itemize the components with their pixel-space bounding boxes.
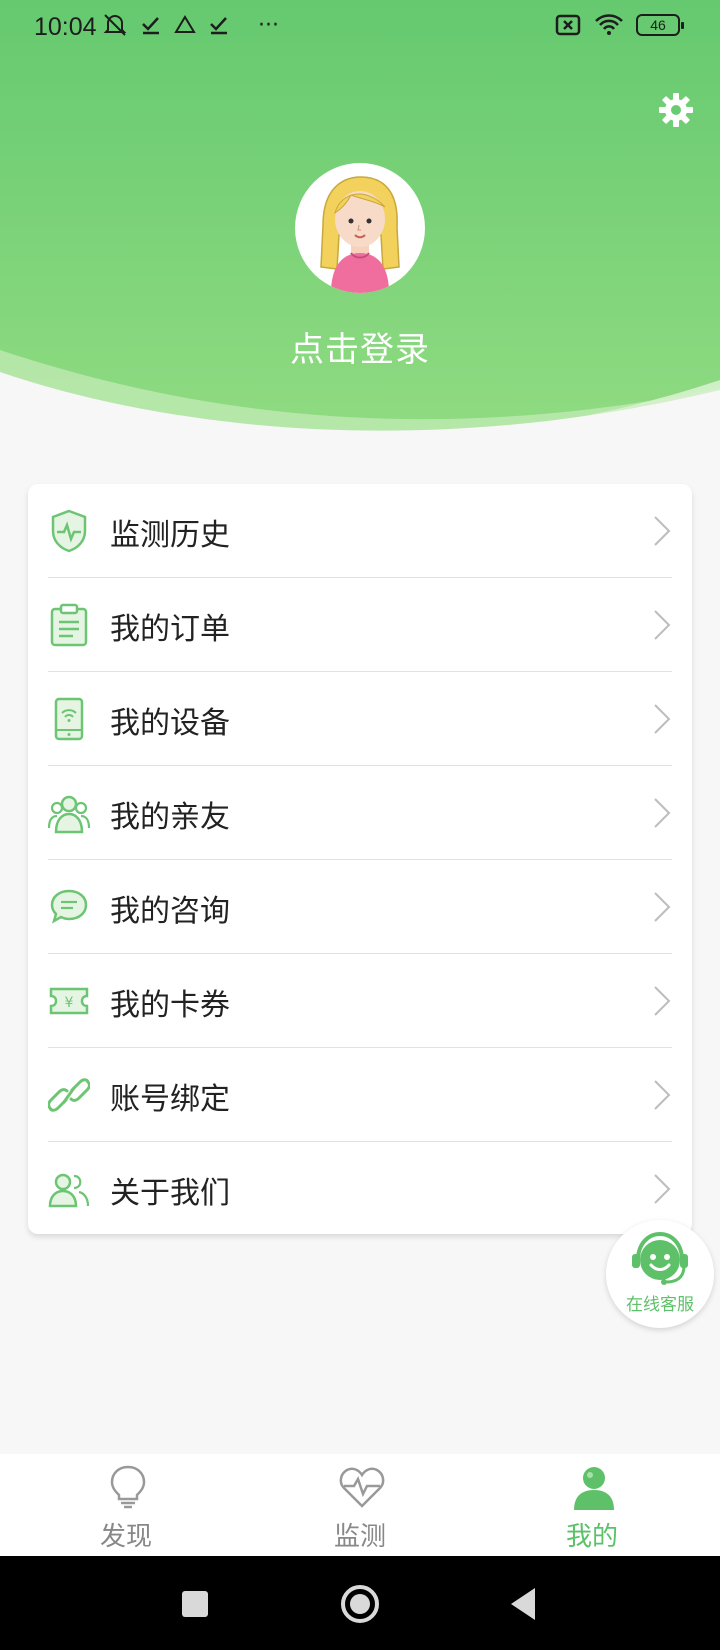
menu-item-account-binding[interactable]: 账号绑定	[48, 1048, 672, 1142]
menu-item-monitor-history[interactable]: 监测历史	[48, 484, 672, 578]
status-notification-icons: ···	[102, 12, 279, 38]
avatar-girl-icon	[320, 176, 400, 293]
menu-item-about-us[interactable]: 关于我们	[48, 1142, 672, 1236]
svg-text:¥: ¥	[65, 995, 74, 1011]
menu-item-my-consultations[interactable]: 我的咨询	[48, 860, 672, 954]
status-bar: 10:04 ··· 46	[0, 0, 720, 56]
wifi-icon	[595, 14, 623, 35]
users-icon	[48, 1173, 90, 1208]
menu-item-my-orders[interactable]: 我的订单	[48, 578, 672, 672]
chevron-right-icon	[654, 892, 671, 922]
tab-label: 监测	[333, 1522, 386, 1552]
status-time: 10:04	[34, 13, 97, 41]
tab-mine[interactable]: 我的	[472, 1454, 712, 1556]
more-notifications-icon: ···	[258, 12, 279, 38]
menu-item-label: 监测历史	[110, 518, 230, 553]
phone-wifi-icon	[54, 697, 84, 741]
chevron-right-icon	[654, 798, 671, 828]
chevron-right-icon	[654, 516, 671, 546]
tab-discover[interactable]: 发现	[6, 1454, 246, 1556]
people-icon	[48, 795, 90, 834]
bottom-tab-bar: 发现 监测 我的	[0, 1454, 720, 1556]
headset-smile-icon	[632, 1231, 688, 1285]
menu-item-my-devices[interactable]: 我的设备	[48, 672, 672, 766]
system-navigation-bar	[0, 1556, 720, 1650]
bell-muted-icon	[103, 14, 127, 36]
menu-item-label: 我的咨询	[110, 894, 230, 929]
home-icon[interactable]	[340, 1584, 380, 1624]
download-done-icon	[142, 17, 159, 35]
coupon-icon: ¥	[49, 987, 89, 1015]
online-support-button[interactable]: 在线客服	[606, 1220, 714, 1328]
recent-apps-icon[interactable]	[175, 1584, 215, 1624]
chevron-right-icon	[654, 986, 671, 1016]
chevron-right-icon	[654, 610, 671, 640]
clipboard-icon	[50, 603, 88, 647]
download-done-icon	[210, 17, 227, 35]
status-system-icons: 46	[554, 13, 684, 37]
online-support-label: 在线客服	[626, 1295, 694, 1315]
menu-item-label: 我的卡券	[110, 988, 230, 1023]
menu-item-label: 关于我们	[110, 1176, 230, 1211]
menu-item-label: 我的设备	[110, 706, 230, 741]
gear-icon[interactable]	[656, 90, 696, 130]
sim-off-icon	[555, 14, 581, 36]
avatar[interactable]	[295, 163, 425, 293]
chat-bubble-icon	[50, 889, 88, 924]
menu-item-label: 我的亲友	[110, 800, 230, 835]
menu-item-label: 账号绑定	[110, 1082, 230, 1117]
tab-label: 发现	[99, 1522, 152, 1552]
tab-label: 我的	[565, 1522, 618, 1552]
drive-icon	[174, 15, 196, 33]
menu-item-label: 我的订单	[110, 612, 230, 647]
person-icon	[574, 1467, 614, 1510]
tab-monitor[interactable]: 监测	[240, 1454, 480, 1556]
menu-item-my-family[interactable]: 我的亲友	[48, 766, 672, 860]
lightbulb-icon	[110, 1465, 146, 1509]
chevron-right-icon	[654, 1080, 671, 1110]
menu-card: 监测历史 我的订单 我的设备 我的亲友 我的咨询 ¥ 我的卡券 账号绑定 关于我…	[28, 484, 692, 1234]
chevron-right-icon	[654, 704, 671, 734]
battery-indicator: 46	[636, 14, 684, 36]
link-icon	[48, 1078, 90, 1112]
chevron-right-icon	[654, 1174, 671, 1204]
shield-heartbeat-icon	[51, 509, 87, 553]
heart-pulse-icon	[339, 1467, 385, 1508]
login-prompt[interactable]: 点击登录	[0, 322, 720, 371]
back-icon[interactable]	[505, 1584, 545, 1624]
menu-item-my-coupons[interactable]: ¥ 我的卡券	[48, 954, 672, 1048]
